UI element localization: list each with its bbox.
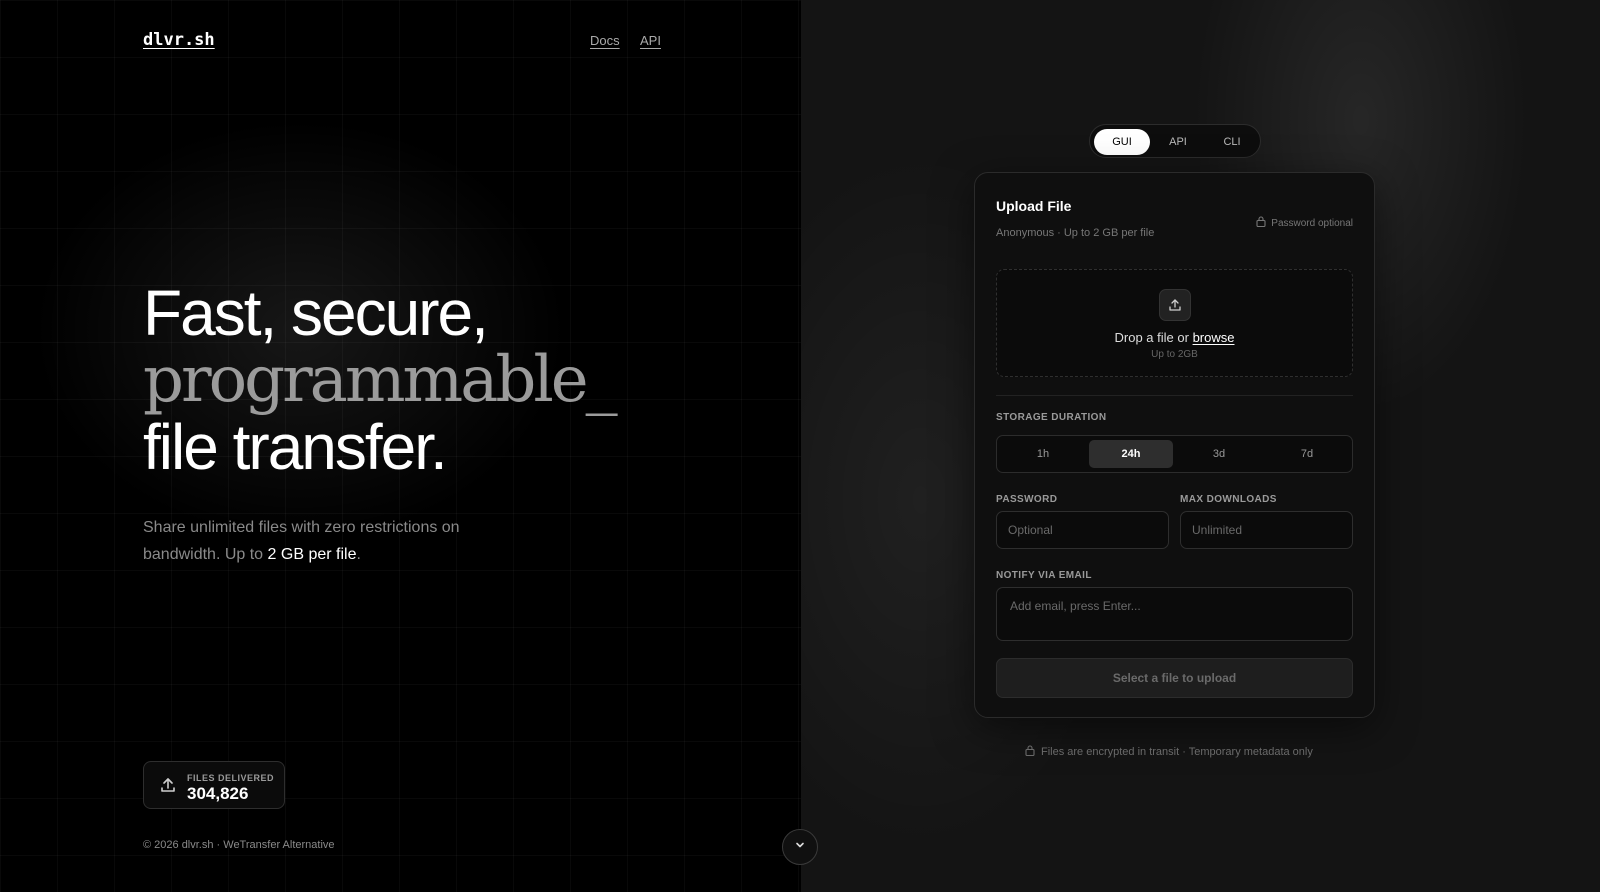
- browse-link[interactable]: browse: [1193, 330, 1235, 345]
- hero-description-end: .: [356, 546, 361, 563]
- upload-card: Upload File Anonymous · Up to 2 GB per f…: [974, 172, 1375, 718]
- upload-icon: [1159, 289, 1191, 321]
- file-dropzone[interactable]: Drop a file or browse Up to 2GB: [996, 269, 1353, 377]
- divider: [996, 395, 1353, 396]
- password-optional-text: Password optional: [1271, 217, 1353, 229]
- tab-gui[interactable]: GUI: [1094, 129, 1150, 155]
- dropzone-prompt: Drop a file or: [1114, 330, 1193, 345]
- duration-option-24h[interactable]: 24h: [1089, 440, 1173, 468]
- lock-icon: [1025, 745, 1035, 759]
- storage-duration-label: STORAGE DURATION: [996, 412, 1107, 423]
- nav-link-api[interactable]: API: [640, 33, 661, 48]
- duration-option-7d[interactable]: 7d: [1265, 440, 1349, 468]
- dropzone-text: Drop a file or browse: [997, 330, 1352, 345]
- tab-api[interactable]: API: [1150, 129, 1206, 155]
- duration-option-3d[interactable]: 3d: [1177, 440, 1261, 468]
- notify-email-label: NOTIFY VIA EMAIL: [996, 570, 1092, 581]
- chevron-down-icon: [794, 838, 806, 856]
- tab-cli[interactable]: CLI: [1204, 129, 1260, 155]
- dropzone-size-limit: Up to 2GB: [1151, 349, 1198, 360]
- mode-switch: GUI API CLI: [1089, 124, 1261, 158]
- upload-icon: [159, 776, 177, 799]
- upload-submit-button[interactable]: Select a file to upload: [996, 658, 1353, 698]
- password-field[interactable]: [996, 511, 1169, 549]
- logo[interactable]: dlvr.sh: [143, 30, 215, 50]
- stat-label: FILES DELIVERED: [187, 773, 275, 783]
- password-label: PASSWORD: [996, 494, 1058, 505]
- security-note-text: Files are encrypted in transit · Tempora…: [1041, 746, 1313, 758]
- password-optional-hint: Password optional: [1256, 216, 1353, 230]
- lock-icon: [1256, 216, 1266, 230]
- duration-option-1h[interactable]: 1h: [1001, 440, 1085, 468]
- nav-link-docs[interactable]: Docs: [590, 33, 620, 48]
- files-delivered-stat: FILES DELIVERED 304,826: [143, 761, 285, 809]
- notify-email-field[interactable]: [996, 587, 1353, 641]
- security-note: Files are encrypted in transit · Tempora…: [1025, 745, 1313, 759]
- hero-description: Share unlimited files with zero restrict…: [143, 514, 483, 568]
- hero-line-1: Fast, secure,: [143, 277, 489, 349]
- hero-line-2: programmable_: [143, 343, 618, 417]
- max-downloads-field[interactable]: [1180, 511, 1353, 549]
- footer-text: © 2026 dlvr.sh · WeTransfer Alternative: [143, 839, 335, 851]
- left-panel: dlvr.sh Docs API Fast, secure, programma…: [0, 0, 801, 892]
- hero-description-highlight: 2 GB per file: [267, 546, 357, 563]
- stat-value: 304,826: [187, 784, 249, 803]
- scroll-down-button[interactable]: [782, 829, 818, 865]
- hero-line-3: file transfer.: [143, 411, 448, 483]
- card-title: Upload File: [996, 198, 1072, 214]
- hero-heading: Fast, secure, programmable_ file transfe…: [143, 277, 618, 483]
- card-subtitle: Anonymous · Up to 2 GB per file: [996, 227, 1155, 239]
- max-downloads-label: MAX DOWNLOADS: [1180, 494, 1277, 505]
- storage-duration-selector: 1h 24h 3d 7d: [996, 435, 1353, 473]
